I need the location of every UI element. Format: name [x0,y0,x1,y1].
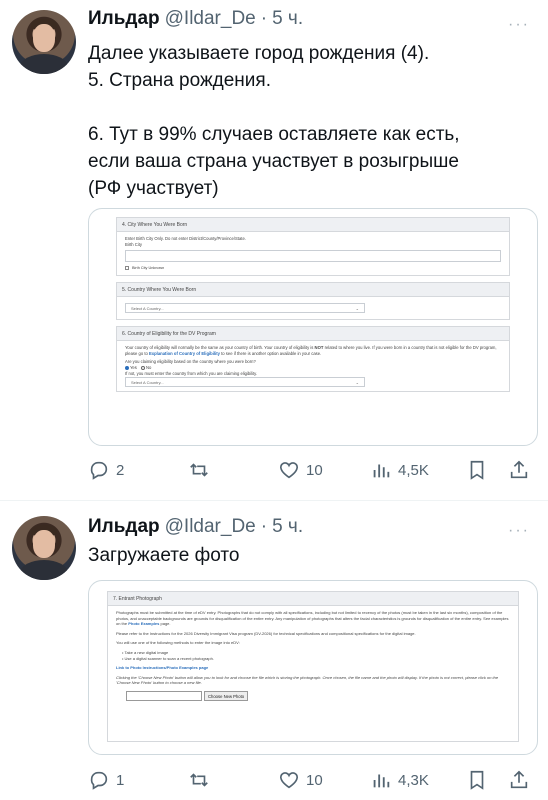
views-button[interactable]: 4,3K [370,769,429,791]
views-icon [373,774,390,788]
reply-count: 1 [116,771,125,789]
reply-icon [90,771,108,790]
more-options-icon[interactable]: ··· [508,16,530,34]
separator: · [260,516,268,537]
attached-image[interactable]: 4. City Where You Were Born Enter Birth … [88,208,538,446]
timestamp[interactable]: 5 ч. [272,516,303,538]
reply-count: 2 [116,461,125,479]
bookmark-button[interactable] [466,769,488,791]
views-count: 4,3K [398,771,429,789]
reply-button[interactable]: 1 [88,769,124,791]
retweet-icon [190,463,208,477]
bookmark-button[interactable] [466,459,488,481]
photo-link: Link to Photo Instructions/Photo Example… [116,665,209,671]
tweet-header: Ильдар @Ildar_De · 5 ч. [88,8,303,30]
tweet-line: если ваша страна участвует в розыгрыше [88,151,459,172]
divider [0,500,548,501]
tweet-header: Ильдар @Ildar_De · 5 ч. [88,516,303,538]
share-button[interactable] [508,769,530,791]
file-input [126,690,202,701]
author-handle[interactable]: @Ildar_De [165,516,256,538]
bookmark-icon [470,460,484,480]
share-button[interactable] [508,459,530,481]
reply-button[interactable]: 2 [88,459,124,481]
checkbox-label: Birth City Unknown [132,266,165,270]
eligibility-section: 6. Country of Eligibility for the DV Pro… [116,326,510,392]
eligibility-text: Your country of eligibility will normall… [125,345,497,356]
tweet-line [88,94,538,121]
more-options-icon[interactable]: ··· [508,522,530,540]
eligibility-select: Select A Country... ⌄ [125,377,365,387]
like-count: 10 [306,771,323,789]
choose-photo-button: Choose New Photo [204,690,249,701]
section-title: 5. Country Where You Were Born [117,283,509,297]
tweet-line: (РФ участвует) [88,178,219,199]
field-label: Birth City [125,242,142,247]
photo-paragraph: Photographs must be submitted at the tim… [116,610,509,627]
action-bar: 1 10 4,3K [88,768,538,792]
separator: · [260,8,268,29]
share-icon [510,460,528,479]
author-name[interactable]: Ильдар [88,8,160,30]
bookmark-icon [470,770,484,790]
photo-paragraph: You will use one of the following method… [116,640,240,646]
like-icon [279,772,299,789]
tweet-text: Далее указываете город рождения (4). 5. … [88,40,538,202]
birth-city-input [125,250,501,262]
section-title: 4. City Where You Were Born [117,218,509,232]
tweet-line: Далее указываете город рождения (4). [88,43,430,64]
country-select: Select A Country... ⌄ [125,303,365,313]
avatar[interactable] [12,516,76,580]
views-button[interactable]: 4,5K [370,459,429,481]
share-icon [510,770,528,789]
tweet[interactable]: Ильдар @Ildar_De · 5 ч. ··· Далее указыв… [0,0,548,500]
section-title: 7. Entrant Photograph [108,592,518,606]
country-section: 5. Country Where You Were Born Select A … [116,282,510,320]
photo-paragraph: Please refer to the Instructions for the… [116,630,416,636]
like-count: 10 [306,461,323,479]
like-button[interactable]: 10 [278,769,323,791]
photo-paragraph: Clicking the 'Choose New Photo' button w… [116,674,499,686]
avatar[interactable] [12,10,76,74]
method-list: • Take a new digital image • Use a digit… [122,650,510,661]
like-icon [279,462,299,479]
reply-icon [90,461,108,480]
tweet-text: Загружаете фото [88,542,538,569]
tweet-line: 5. Страна рождения. [88,70,271,91]
tweet-line: 6. Тут в 99% случаев оставляете как есть… [88,124,460,145]
timestamp[interactable]: 5 ч. [272,8,303,30]
checkbox [125,266,129,270]
list-item: • Use a digital scanner to scan a recent… [122,655,214,661]
section-title: 6. Country of Eligibility for the DV Pro… [117,327,509,341]
author-handle[interactable]: @Ildar_De [165,8,256,30]
action-bar: 2 10 4,5K [88,458,538,482]
views-count: 4,5K [398,461,429,479]
retweet-icon [190,773,208,787]
city-section: 4. City Where You Were Born Enter Birth … [116,217,510,276]
like-button[interactable]: 10 [278,459,323,481]
tweet-line: Загружаете фото [88,545,240,566]
author-name[interactable]: Ильдар [88,516,160,538]
views-icon [373,464,390,478]
retweet-button[interactable] [188,459,210,481]
attached-image[interactable]: 7. Entrant Photograph Photographs must b… [88,580,538,755]
retweet-button[interactable] [188,769,210,791]
